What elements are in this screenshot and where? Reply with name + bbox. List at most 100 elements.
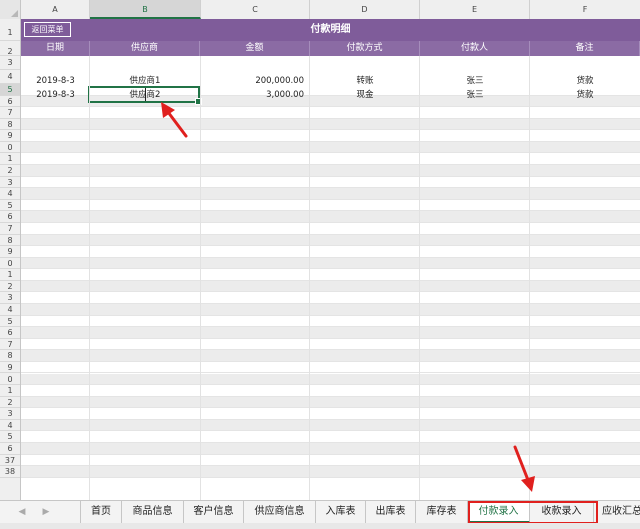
corner-select-all-icon[interactable] — [0, 0, 21, 19]
back-to-menu-button[interactable]: 返回菜单 — [24, 22, 71, 37]
row-header[interactable]: 2 — [0, 165, 20, 177]
table-header-row: 日期 供应商 金额 付款方式 付款人 备注 — [21, 41, 640, 56]
tab-outbound[interactable]: 出库表 — [366, 501, 416, 523]
row-header[interactable]: 1 — [0, 269, 20, 281]
header-amount: 金额 — [200, 41, 310, 56]
row-header[interactable]: 4 — [0, 70, 20, 84]
column-gridline — [529, 56, 530, 500]
row-header[interactable]: 1 — [0, 19, 20, 41]
tab-supplier-info[interactable]: 供应商信息 — [244, 501, 316, 523]
row-header[interactable]: 5 — [0, 200, 20, 212]
row-header[interactable]: 3 — [0, 56, 20, 70]
tab-home[interactable]: 首页 — [80, 501, 122, 523]
row-band — [21, 222, 640, 235]
row-header[interactable]: 5 — [0, 431, 20, 443]
row-band — [21, 419, 640, 432]
row-header[interactable]: 5 — [0, 316, 20, 328]
cell-note[interactable]: 货款 — [530, 88, 640, 102]
tab-customer-info[interactable]: 客户信息 — [184, 501, 244, 523]
header-date: 日期 — [21, 41, 90, 56]
row-band — [21, 327, 640, 339]
row-band — [21, 338, 640, 351]
row-band — [21, 385, 640, 397]
row-header[interactable]: 0 — [0, 142, 20, 154]
row-header[interactable]: 8 — [0, 235, 20, 247]
tab-inventory[interactable]: 库存表 — [416, 501, 468, 523]
column-header-c[interactable]: C — [201, 0, 310, 19]
status-bar — [0, 523, 640, 529]
cell-amount[interactable]: 3,000.00 — [200, 88, 310, 102]
row-header[interactable]: 0 — [0, 258, 20, 270]
row-header[interactable]: 8 — [0, 119, 20, 131]
selected-cell[interactable] — [88, 86, 202, 105]
header-supplier: 供应商 — [90, 41, 200, 56]
column-gridline — [200, 56, 201, 500]
row-header[interactable]: 7 — [0, 223, 20, 235]
row-header[interactable]: 38 — [0, 466, 20, 478]
row-header[interactable]: 2 — [0, 41, 20, 56]
row-band — [21, 165, 640, 177]
column-header-f[interactable]: F — [530, 0, 640, 19]
row-header-bar: 1 2 3 4 5 6 7 8 9 0 1 2 3 4 5 6 7 8 9 0 1 2 3 4 5 6 7 8 9 0 1 2 3 4 5 6 37 38 — [0, 19, 21, 500]
row-header[interactable]: 4 — [0, 188, 20, 200]
column-header-d[interactable]: D — [310, 0, 420, 19]
header-method: 付款方式 — [310, 41, 420, 56]
row-header[interactable]: 6 — [0, 211, 20, 223]
row-header[interactable]: 4 — [0, 304, 20, 316]
row-header[interactable]: 0 — [0, 374, 20, 386]
column-gridline — [89, 56, 90, 500]
tab-nav-next-icon[interactable]: ▶ — [40, 505, 52, 519]
cell-grid[interactable]: 付款明细 返回菜单 日期 供应商 金额 付款方式 付款人 备注 2019-8-3… — [21, 19, 640, 500]
row-header[interactable]: 3 — [0, 177, 20, 189]
row-band — [21, 466, 640, 478]
cell-payer[interactable]: 张三 — [420, 74, 530, 88]
tab-receivable-summary[interactable]: 应收汇总 — [594, 501, 640, 523]
row-band — [21, 153, 640, 166]
title-row: 付款明细 返回菜单 — [21, 19, 640, 41]
row-header[interactable]: 9 — [0, 130, 20, 142]
row-band — [21, 315, 640, 328]
cell-amount[interactable]: 200,000.00 — [200, 74, 310, 88]
row-header[interactable]: 1 — [0, 385, 20, 397]
row-band — [21, 361, 640, 374]
sheet-tab-bar: ◀ ▶ 首页 商品信息 客户信息 供应商信息 入库表 出库表 库存表 付款录入 … — [0, 500, 640, 524]
spreadsheet: A B C D E F 1234567890123456789012345678… — [0, 0, 640, 500]
cell-payer[interactable]: 张三 — [420, 88, 530, 102]
column-header-e[interactable]: E — [420, 0, 530, 19]
row-band — [21, 431, 640, 443]
row-band — [21, 199, 640, 212]
row-header[interactable]: 9 — [0, 246, 20, 258]
cell-date[interactable]: 2019-8-3 — [21, 74, 90, 88]
row-header[interactable]: 4 — [0, 420, 20, 432]
annotation-highlight-box — [468, 501, 598, 524]
tab-nav-prev-icon[interactable]: ◀ — [16, 505, 28, 519]
column-gridline — [309, 56, 310, 500]
row-header[interactable]: 7 — [0, 339, 20, 351]
row-header[interactable]: 8 — [0, 350, 20, 362]
cell-date[interactable]: 2019-8-3 — [21, 88, 90, 102]
row-header[interactable]: 6 — [0, 96, 20, 108]
row-band — [21, 454, 640, 467]
column-header-a[interactable]: A — [21, 0, 90, 19]
tab-inbound[interactable]: 入库表 — [316, 501, 366, 523]
header-note: 备注 — [530, 41, 640, 56]
cell-method[interactable]: 转账 — [310, 74, 420, 88]
row-header[interactable]: 2 — [0, 281, 20, 293]
row-band — [21, 130, 640, 142]
row-header[interactable]: 37 — [0, 455, 20, 467]
cell-method[interactable]: 现金 — [310, 88, 420, 102]
column-header-b[interactable]: B — [90, 0, 201, 19]
row-header[interactable]: 2 — [0, 397, 20, 409]
row-band — [21, 292, 640, 305]
row-header[interactable]: 7 — [0, 107, 20, 119]
row-header[interactable]: 3 — [0, 292, 20, 305]
row-header[interactable]: 5 — [0, 84, 20, 96]
tab-product-info[interactable]: 商品信息 — [122, 501, 184, 523]
row-header[interactable]: 9 — [0, 362, 20, 374]
row-header[interactable]: 6 — [0, 443, 20, 455]
cell-note[interactable]: 货款 — [530, 74, 640, 88]
row-header[interactable]: 6 — [0, 327, 20, 339]
row-header[interactable]: 1 — [0, 153, 20, 166]
row-band — [21, 442, 640, 455]
row-header[interactable]: 3 — [0, 408, 20, 420]
